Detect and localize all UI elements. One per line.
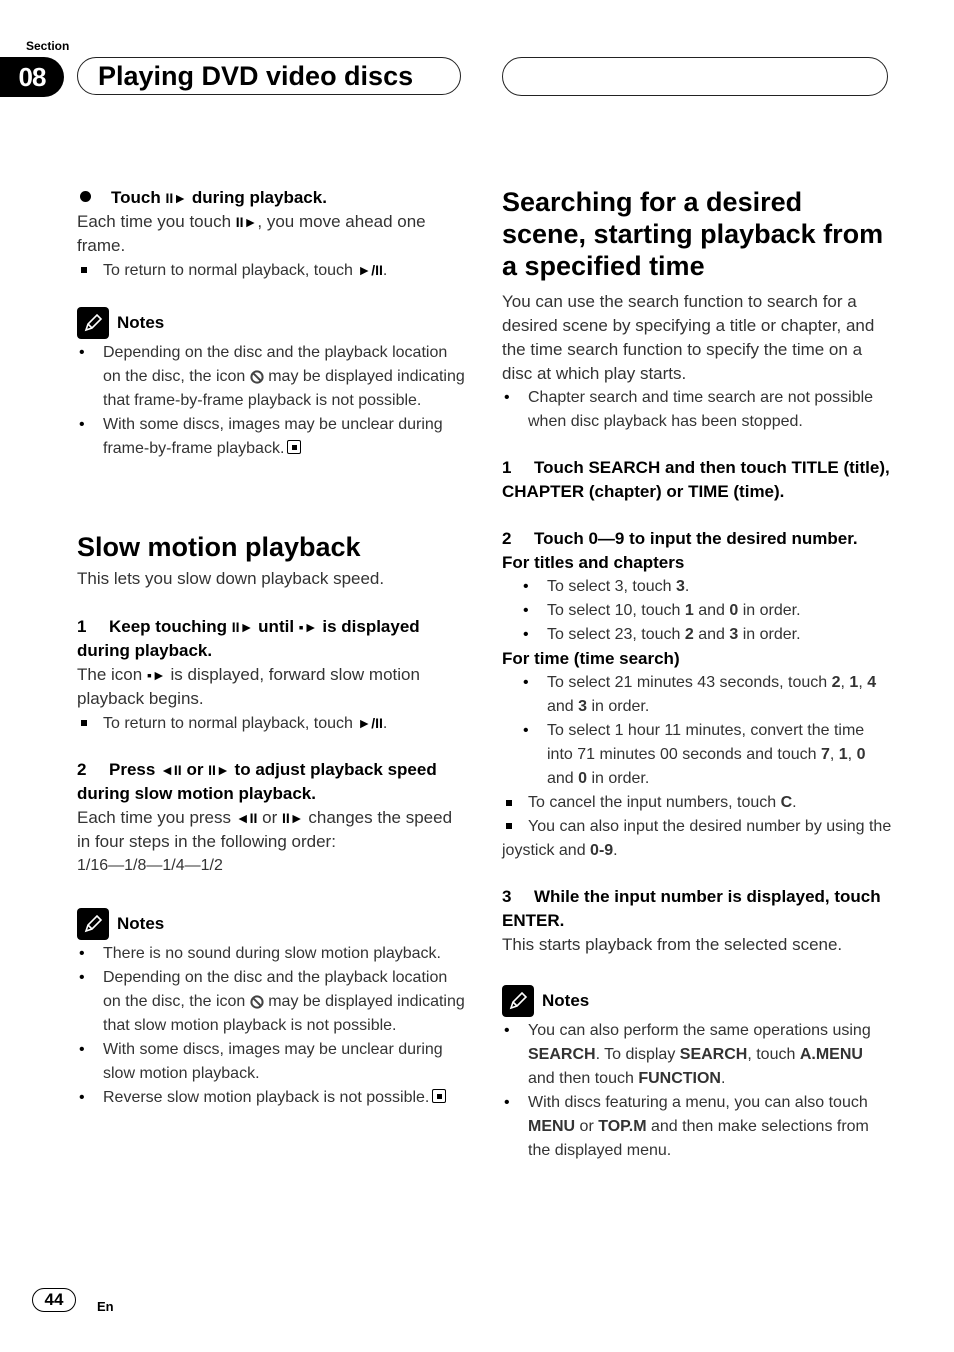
prohibited-icon (250, 370, 264, 384)
slow-step-1-note: To return to normal playback, touch ►/II… (77, 711, 467, 736)
note-item: With some discs, images may be unclear d… (77, 413, 467, 461)
left-column: Touch II► during playback. Each time you… (77, 186, 467, 1110)
slow-step-2-body: Each time you press ◄II or II► changes t… (77, 808, 453, 851)
prohibited-icon (250, 995, 264, 1009)
note-item: With some discs, images may be unclear d… (77, 1038, 467, 1086)
slow-forward-icon: ▪► (146, 667, 166, 683)
intro-step-note: To return to normal playback, touch ►/II… (77, 258, 467, 283)
chapter-title: Playing DVD video discs (77, 57, 461, 95)
title-example: To select 23, touch 2 and 3 in order. (521, 623, 892, 647)
search-step-3: 3 While the input number is displayed, to… (502, 887, 881, 930)
section-label: Section (26, 39, 70, 53)
note-item: You can also perform the same operations… (502, 1019, 892, 1091)
note-item: With discs featuring a menu, you can als… (502, 1091, 892, 1163)
title-example: To select 10, touch 1 and 0 in order. (521, 599, 892, 623)
step-forward-icon: II► (235, 214, 258, 230)
speed-order: 1/16—1/8—1/4—1/2 (77, 857, 223, 874)
step-forward-icon: II► (165, 190, 188, 206)
right-column: Searching for a desired scene, starting … (502, 186, 892, 1163)
slow-step-2-title: 2 Press ◄II or II► to adjust playback spe… (77, 760, 437, 803)
search-step-1: 1 Touch SEARCH and then touch TITLE (titl… (502, 458, 890, 501)
language-label: En (97, 1299, 114, 1314)
step-forward-icon: II► (231, 619, 254, 635)
note-item: Reverse slow motion playback is not poss… (77, 1086, 467, 1110)
bullet-dot-icon (80, 191, 91, 202)
chapter-title-text: Playing DVD video discs (98, 60, 414, 91)
slow-forward-icon: ▪► (298, 619, 318, 635)
joystick-note: You can also input the desired number by… (502, 818, 892, 859)
time-example: To select 21 minutes 43 seconds, touch 2… (521, 671, 892, 719)
time-example: To select 1 hour 11 minutes, convert the… (521, 719, 892, 791)
time-heading: For time (time search) (502, 649, 680, 668)
titles-heading: For titles and chapters (502, 553, 685, 572)
search-step-2: 2 Touch 0—9 to input the desired number. (502, 529, 858, 548)
intro-step-title: Touch II► during playback. (77, 186, 467, 210)
search-heading: Searching for a desired scene, starting … (502, 187, 884, 281)
step-forward-icon: II► (208, 762, 230, 778)
page-number: 44 (32, 1288, 76, 1312)
note-item: There is no sound during slow motion pla… (77, 942, 467, 966)
note-item: Depending on the disc and the playback l… (77, 341, 467, 413)
search-intro: You can use the search function to searc… (502, 292, 875, 383)
end-mark-icon (432, 1089, 447, 1103)
step-reverse-icon: ◄II (160, 762, 182, 778)
intro-step-body: Each time you touch II►, you move ahead … (77, 212, 426, 255)
search-intro-bullet: Chapter search and time search are not p… (502, 386, 892, 434)
play-pause-icon: ►/II (357, 715, 383, 731)
slow-motion-heading: Slow motion playback (77, 532, 361, 562)
notes-header: Notes (502, 985, 892, 1017)
notes-header: Notes (77, 908, 467, 940)
slow-step-1-body: The icon ▪► is displayed, forward slow m… (77, 665, 420, 708)
step-forward-icon: II► (281, 810, 304, 826)
step-reverse-icon: ◄II (235, 810, 258, 826)
end-mark-icon (287, 440, 302, 454)
slow-motion-intro: This lets you slow down playback speed. (77, 569, 385, 588)
search-step-3-body: This starts playback from the selected s… (502, 935, 843, 954)
notes-header: Notes (77, 307, 467, 339)
play-pause-icon: ►/II (357, 262, 383, 278)
header-blank-frame (502, 57, 888, 96)
pencil-icon (77, 908, 109, 940)
pencil-icon (502, 985, 534, 1017)
cancel-note: To cancel the input numbers, touch C. (502, 791, 892, 815)
slow-step-1-title: 1 Keep touching II► until ▪► is displayed… (77, 617, 420, 660)
section-number-badge: 08 (0, 57, 64, 97)
title-example: To select 3, touch 3. (521, 575, 892, 599)
pencil-icon (77, 307, 109, 339)
note-item: Depending on the disc and the playback l… (77, 966, 467, 1038)
